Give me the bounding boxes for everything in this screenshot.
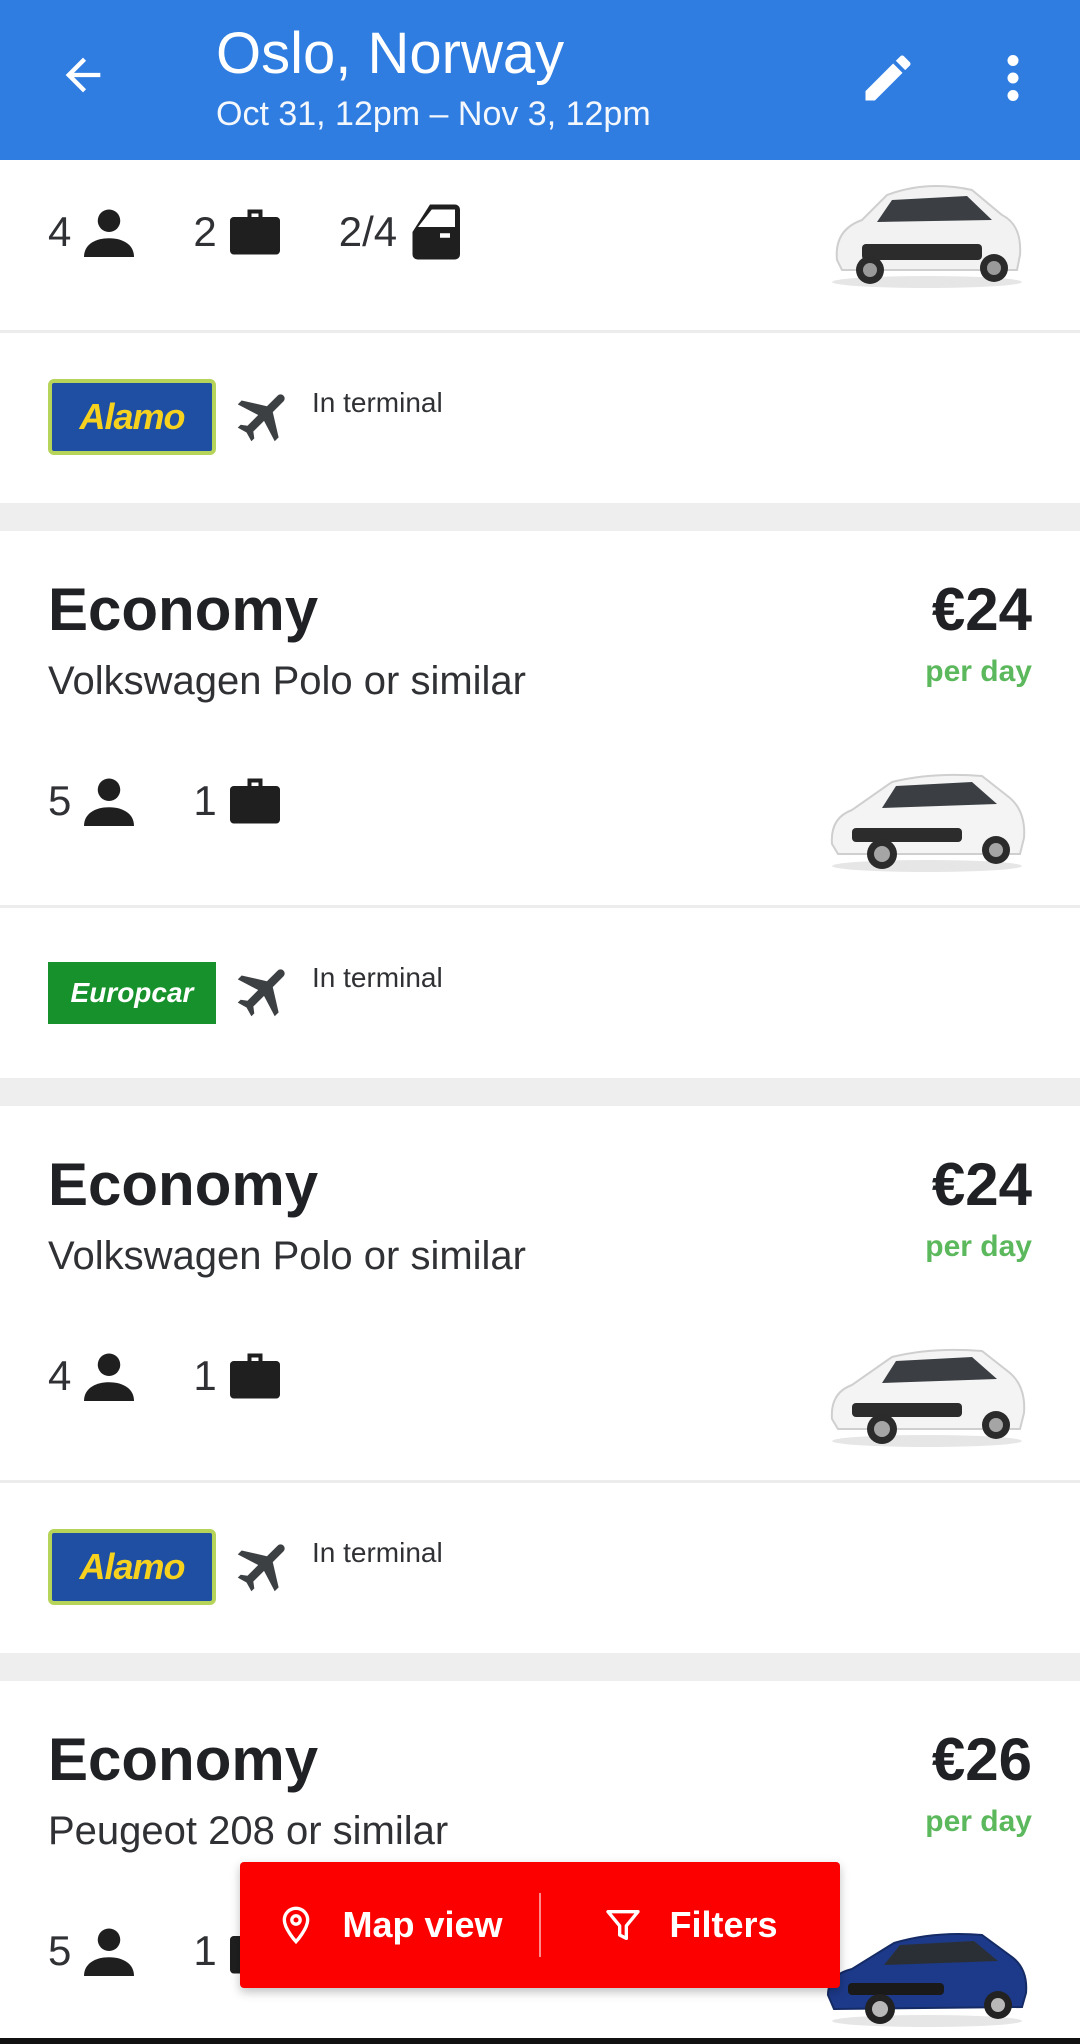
vendor-row: Alamo In terminal bbox=[0, 333, 1080, 503]
car-model: Volkswagen Polo or similar bbox=[48, 659, 526, 703]
seats-count: 4 bbox=[48, 1352, 72, 1399]
pickup-location: In terminal bbox=[312, 1537, 443, 1568]
pencil-icon bbox=[865, 55, 911, 101]
card-separator bbox=[0, 1078, 1080, 1106]
car-result-card[interactable]: 4 2 2/4 Alamo In terminal bbox=[0, 160, 1080, 503]
filter-funnel-icon bbox=[606, 1910, 641, 1940]
date-range: Oct 31, 12pm – Nov 3, 12pm bbox=[216, 95, 651, 133]
price-unit: per day bbox=[925, 1230, 1032, 1263]
person-icon bbox=[84, 778, 135, 826]
page-title: Oslo, Norway bbox=[216, 21, 565, 86]
filters-label: Filters bbox=[669, 1904, 778, 1945]
doors-spec: 2/4 bbox=[339, 202, 465, 262]
seats-spec: 4 bbox=[48, 1346, 139, 1406]
car-image bbox=[826, 1933, 1028, 2027]
car-door-icon bbox=[412, 204, 461, 260]
bags-count: 1 bbox=[193, 1927, 217, 1974]
back-button[interactable] bbox=[50, 42, 116, 108]
bags-spec: 1 bbox=[193, 1346, 284, 1406]
map-filters-bar: Map view Filters bbox=[240, 1862, 840, 1988]
card-separator bbox=[0, 503, 1080, 531]
seats-spec: 4 bbox=[48, 202, 139, 262]
seats-count: 5 bbox=[48, 1927, 72, 1974]
car-category: Economy bbox=[48, 1726, 319, 1793]
suitcase-icon bbox=[229, 778, 280, 824]
person-icon bbox=[84, 1353, 135, 1401]
seats-spec: 5 bbox=[48, 771, 139, 831]
price-unit: per day bbox=[925, 655, 1032, 688]
car-image bbox=[830, 773, 1026, 872]
car-category: Economy bbox=[48, 576, 319, 643]
car-result-card[interactable]: Economy Volkswagen Polo or similar €24 p… bbox=[0, 531, 1080, 1078]
doors-count: 2/4 bbox=[338, 208, 398, 255]
person-icon bbox=[84, 209, 135, 257]
suitcase-icon bbox=[229, 209, 280, 255]
car-specs: 4 2 2/4 bbox=[48, 202, 519, 262]
more-vert-icon bbox=[1007, 55, 1019, 101]
price-unit: per day bbox=[925, 1805, 1032, 1838]
map-view-label: Map view bbox=[342, 1904, 503, 1945]
vendor-row: Europcar In terminal bbox=[0, 908, 1080, 1078]
airplane-icon bbox=[237, 969, 285, 1017]
car-image bbox=[830, 1348, 1026, 1447]
pickup-location: In terminal bbox=[312, 962, 443, 993]
filters-button[interactable]: Filters bbox=[541, 1862, 840, 1988]
bags-count: 1 bbox=[193, 1352, 217, 1399]
car-result-card[interactable]: Economy Volkswagen Polo or similar €24 p… bbox=[0, 1106, 1080, 1653]
vendor-logo: Alamo bbox=[48, 379, 216, 455]
car-model: Volkswagen Polo or similar bbox=[48, 1234, 526, 1278]
vendor-logo: Alamo bbox=[48, 1529, 216, 1605]
bags-count: 2 bbox=[193, 208, 217, 255]
bags-count: 1 bbox=[193, 777, 217, 824]
car-specs: 4 1 bbox=[48, 1346, 339, 1406]
app-bar: Oslo, Norway Oct 31, 12pm – Nov 3, 12pm bbox=[0, 0, 1080, 160]
edit-button[interactable] bbox=[850, 40, 926, 116]
car-image bbox=[832, 185, 1022, 288]
car-specs: 5 1 bbox=[48, 771, 339, 831]
vendor-row: Alamo In terminal bbox=[0, 1483, 1080, 1653]
seats-spec: 5 bbox=[48, 1921, 139, 1981]
car-price: €26 bbox=[931, 1726, 1032, 1793]
car-price: €24 bbox=[931, 576, 1032, 643]
seats-count: 4 bbox=[48, 208, 72, 255]
person-icon bbox=[84, 1928, 135, 1976]
car-price: €24 bbox=[931, 1151, 1032, 1218]
vendor-logo: Europcar bbox=[48, 962, 216, 1024]
pickup-location: In terminal bbox=[312, 387, 443, 418]
bags-spec: 1 bbox=[193, 771, 284, 831]
map-view-button[interactable]: Map view bbox=[240, 1862, 539, 1988]
car-category: Economy bbox=[48, 1151, 319, 1218]
results-list: 4 2 2/4 Alamo In terminal Economy Volksw… bbox=[0, 160, 1080, 2044]
airplane-icon bbox=[237, 394, 285, 442]
seats-count: 5 bbox=[48, 777, 72, 824]
airplane-icon bbox=[237, 1544, 285, 1592]
car-model: Peugeot 208 or similar bbox=[48, 1809, 449, 1853]
suitcase-icon bbox=[229, 1353, 280, 1399]
title-block[interactable]: Oslo, Norway Oct 31, 12pm – Nov 3, 12pm bbox=[216, 18, 651, 136]
bags-spec: 2 bbox=[193, 202, 284, 262]
more-options-button[interactable] bbox=[978, 40, 1048, 116]
card-separator bbox=[0, 1653, 1080, 1681]
location-pin-icon bbox=[283, 1906, 310, 1945]
system-nav-strip bbox=[0, 2038, 1080, 2044]
arrow-back-icon bbox=[65, 57, 101, 93]
